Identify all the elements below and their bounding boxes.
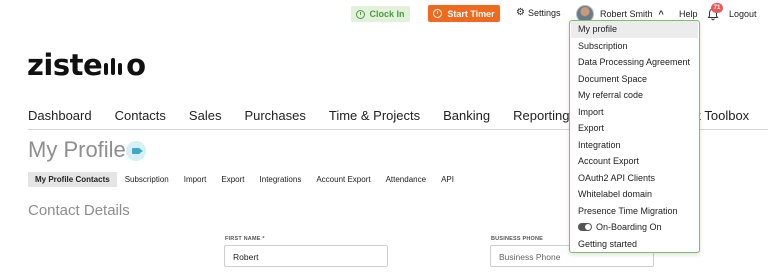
- menu-item-label: Export: [578, 123, 605, 133]
- menu-item-subscription[interactable]: Subscription: [571, 38, 698, 55]
- menu-item-whitelabel-domain[interactable]: Whitelabel domain: [571, 186, 698, 203]
- clock-icon: [356, 9, 366, 19]
- menu-item-presence-time-migration[interactable]: Presence Time Migration: [571, 203, 698, 220]
- logo-text-mid: e: [82, 48, 103, 82]
- tab-account-export[interactable]: Account Export: [309, 172, 377, 187]
- menu-item-my-referral-code[interactable]: My referral code: [571, 87, 698, 104]
- nav-item-reporting[interactable]: Reporting: [513, 108, 569, 123]
- menu-item-label: Account Export: [578, 156, 640, 166]
- tab-attendance[interactable]: Attendance: [379, 172, 433, 187]
- menu-item-label: OAuth2 API Clients: [578, 172, 656, 183]
- menu-item-getting-started[interactable]: Getting started: [571, 236, 698, 253]
- nav-item-dashboard[interactable]: Dashboard: [28, 108, 92, 123]
- logo-bars-icon: [103, 55, 125, 75]
- menu-item-label: Getting started: [578, 238, 638, 249]
- user-dropdown-menu: My profile Subscription Data Processing …: [569, 20, 700, 253]
- help-link[interactable]: Help: [679, 9, 698, 19]
- start-timer-button[interactable]: Start Timer: [428, 5, 500, 22]
- menu-item-import[interactable]: Import: [571, 104, 698, 121]
- menu-item-account-export[interactable]: Account Export: [571, 153, 698, 170]
- toggle-switch-icon[interactable]: [578, 223, 592, 232]
- menu-item-my-profile[interactable]: My profile: [571, 21, 698, 38]
- profile-subnav: My Profile Contacts Subscription Import …: [28, 172, 462, 187]
- menu-item-data-processing-agreement[interactable]: Data Processing Agreement: [571, 54, 698, 71]
- gear-icon: ⚙: [516, 7, 525, 18]
- tab-integrations[interactable]: Integrations: [253, 172, 309, 187]
- nav-item-purchases[interactable]: Purchases: [244, 108, 305, 123]
- logo-text-left: zist: [27, 48, 83, 82]
- business-phone-label: BUSINESS PHONE: [491, 236, 544, 242]
- clock-in-button[interactable]: Clock In: [351, 6, 410, 22]
- main-nav: Dashboard Contacts Sales Purchases Time …: [28, 108, 593, 123]
- menu-item-label: Presence Time Migration: [578, 205, 678, 216]
- menu-item-label: Subscription: [578, 40, 628, 51]
- page-title: My Profile: [28, 137, 126, 162]
- video-camera-icon[interactable]: [126, 141, 146, 161]
- start-timer-label: Start Timer: [447, 8, 495, 19]
- menu-item-label: Import: [578, 106, 604, 117]
- nav-item-sales[interactable]: Sales: [189, 108, 222, 123]
- notification-badge: 71: [711, 3, 723, 13]
- menu-item-label: Data Processing Agreement: [578, 57, 691, 67]
- menu-item-document-space[interactable]: Document Space: [571, 71, 698, 88]
- first-name-label: FIRST NAME *: [225, 236, 265, 242]
- menu-item-label: On-Boarding On: [596, 222, 662, 232]
- tab-export[interactable]: Export: [214, 172, 251, 187]
- menu-item-integration[interactable]: Integration: [571, 137, 698, 154]
- menu-item-onboarding-toggle[interactable]: On-Boarding On: [571, 219, 698, 236]
- tab-my-profile-contacts[interactable]: My Profile Contacts: [28, 172, 117, 187]
- logout-link[interactable]: Logout: [729, 9, 757, 19]
- timer-icon: [433, 9, 443, 18]
- menu-item-label: Integration: [578, 139, 621, 150]
- logo-text-right: o: [126, 48, 146, 82]
- settings-label: Settings: [527, 8, 561, 18]
- menu-item-oauth2-api-clients[interactable]: OAuth2 API Clients: [571, 170, 698, 187]
- settings-link[interactable]: ⚙ Settings: [516, 7, 561, 19]
- menu-item-export[interactable]: Export: [571, 120, 698, 137]
- logo[interactable]: ziste o: [27, 50, 146, 80]
- nav-item-banking[interactable]: Banking: [443, 108, 490, 123]
- menu-item-label: My profile: [578, 24, 618, 34]
- menu-item-label: Whitelabel domain: [578, 189, 653, 199]
- nav-item-contacts[interactable]: Contacts: [115, 108, 166, 123]
- clock-in-label: Clock In: [369, 9, 405, 19]
- section-title: Contact Details: [28, 202, 130, 219]
- tab-subscription[interactable]: Subscription: [118, 172, 176, 187]
- tab-api[interactable]: API: [434, 172, 461, 187]
- chevron-up-icon: ^: [658, 9, 664, 19]
- tab-import[interactable]: Import: [177, 172, 214, 187]
- menu-item-label: My referral code: [578, 90, 644, 100]
- menu-item-label: Document Space: [578, 73, 648, 84]
- nav-item-time-projects[interactable]: Time & Projects: [329, 108, 420, 123]
- user-name: Robert Smith: [600, 9, 653, 19]
- first-name-field[interactable]: Robert: [224, 245, 388, 267]
